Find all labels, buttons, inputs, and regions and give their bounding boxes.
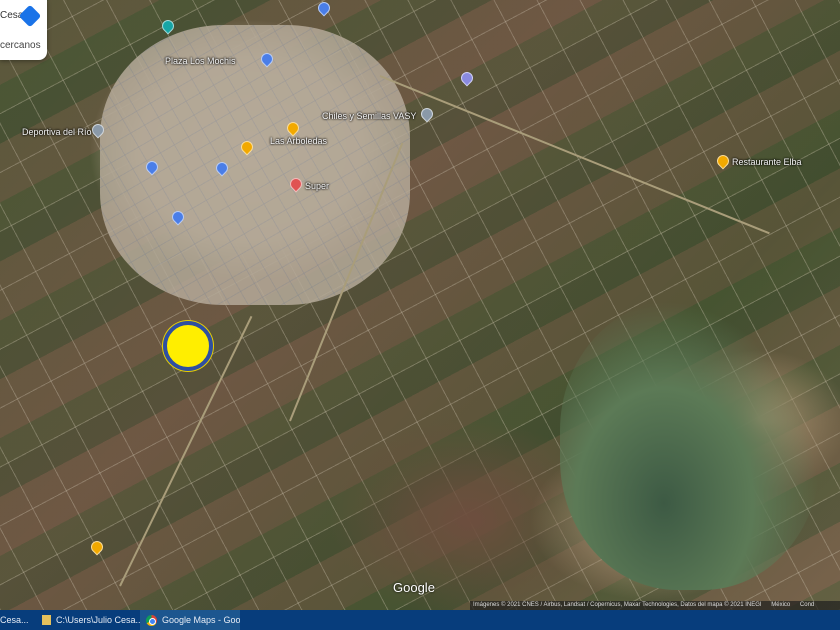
nearby-button[interactable]: cercanos xyxy=(0,40,41,51)
place-pin[interactable] xyxy=(458,69,476,87)
attribution-bar: Imágenes © 2021 CNES / Airbus, Landsat /… xyxy=(470,601,840,610)
satellite-map[interactable]: Restaurante Elba Chiles y Semillas VASY … xyxy=(0,0,840,610)
terms-link[interactable]: Cond xyxy=(800,602,814,608)
taskbar-item-explorer[interactable]: C:\Users\Julio Cesa... xyxy=(36,610,140,630)
taskbar-item-label: C:\Users\Julio Cesa... xyxy=(56,615,140,625)
taskbar-item[interactable]: Cesa... xyxy=(0,610,36,630)
taskbar: Cesa... C:\Users\Julio Cesa... Google Ma… xyxy=(0,610,840,630)
road xyxy=(379,75,770,235)
place-label[interactable]: Chiles y Semillas VASY xyxy=(322,111,416,121)
directions-icon[interactable] xyxy=(18,4,42,28)
google-logo: Google xyxy=(393,580,435,595)
place-label[interactable]: Plaza Los Mochis xyxy=(165,56,236,66)
place-pin[interactable] xyxy=(418,105,436,123)
chrome-icon xyxy=(146,614,157,626)
place-label[interactable]: Super xyxy=(305,181,329,191)
river-valley xyxy=(560,300,820,590)
place-pin[interactable] xyxy=(159,17,177,35)
taskbar-item-label: Google Maps - Goo... xyxy=(162,615,240,625)
place-label[interactable]: Restaurante Elba xyxy=(732,157,802,167)
taskbar-item-label: Cesa... xyxy=(0,615,29,625)
location-marker[interactable] xyxy=(163,321,213,371)
place-pin[interactable] xyxy=(315,0,333,17)
folder-icon xyxy=(42,615,51,625)
place-label[interactable]: Las Arboledas xyxy=(270,136,327,146)
taskbar-item-chrome[interactable]: Google Maps - Goo... xyxy=(140,610,240,630)
search-panel[interactable]: Cesa cercanos xyxy=(0,0,47,60)
place-pin[interactable] xyxy=(88,538,106,556)
place-label[interactable]: Deportiva del Río xyxy=(22,127,92,137)
attribution-text: Imágenes © 2021 CNES / Airbus, Landsat /… xyxy=(473,602,762,608)
country-link[interactable]: México xyxy=(771,602,790,608)
place-pin[interactable] xyxy=(714,152,732,170)
